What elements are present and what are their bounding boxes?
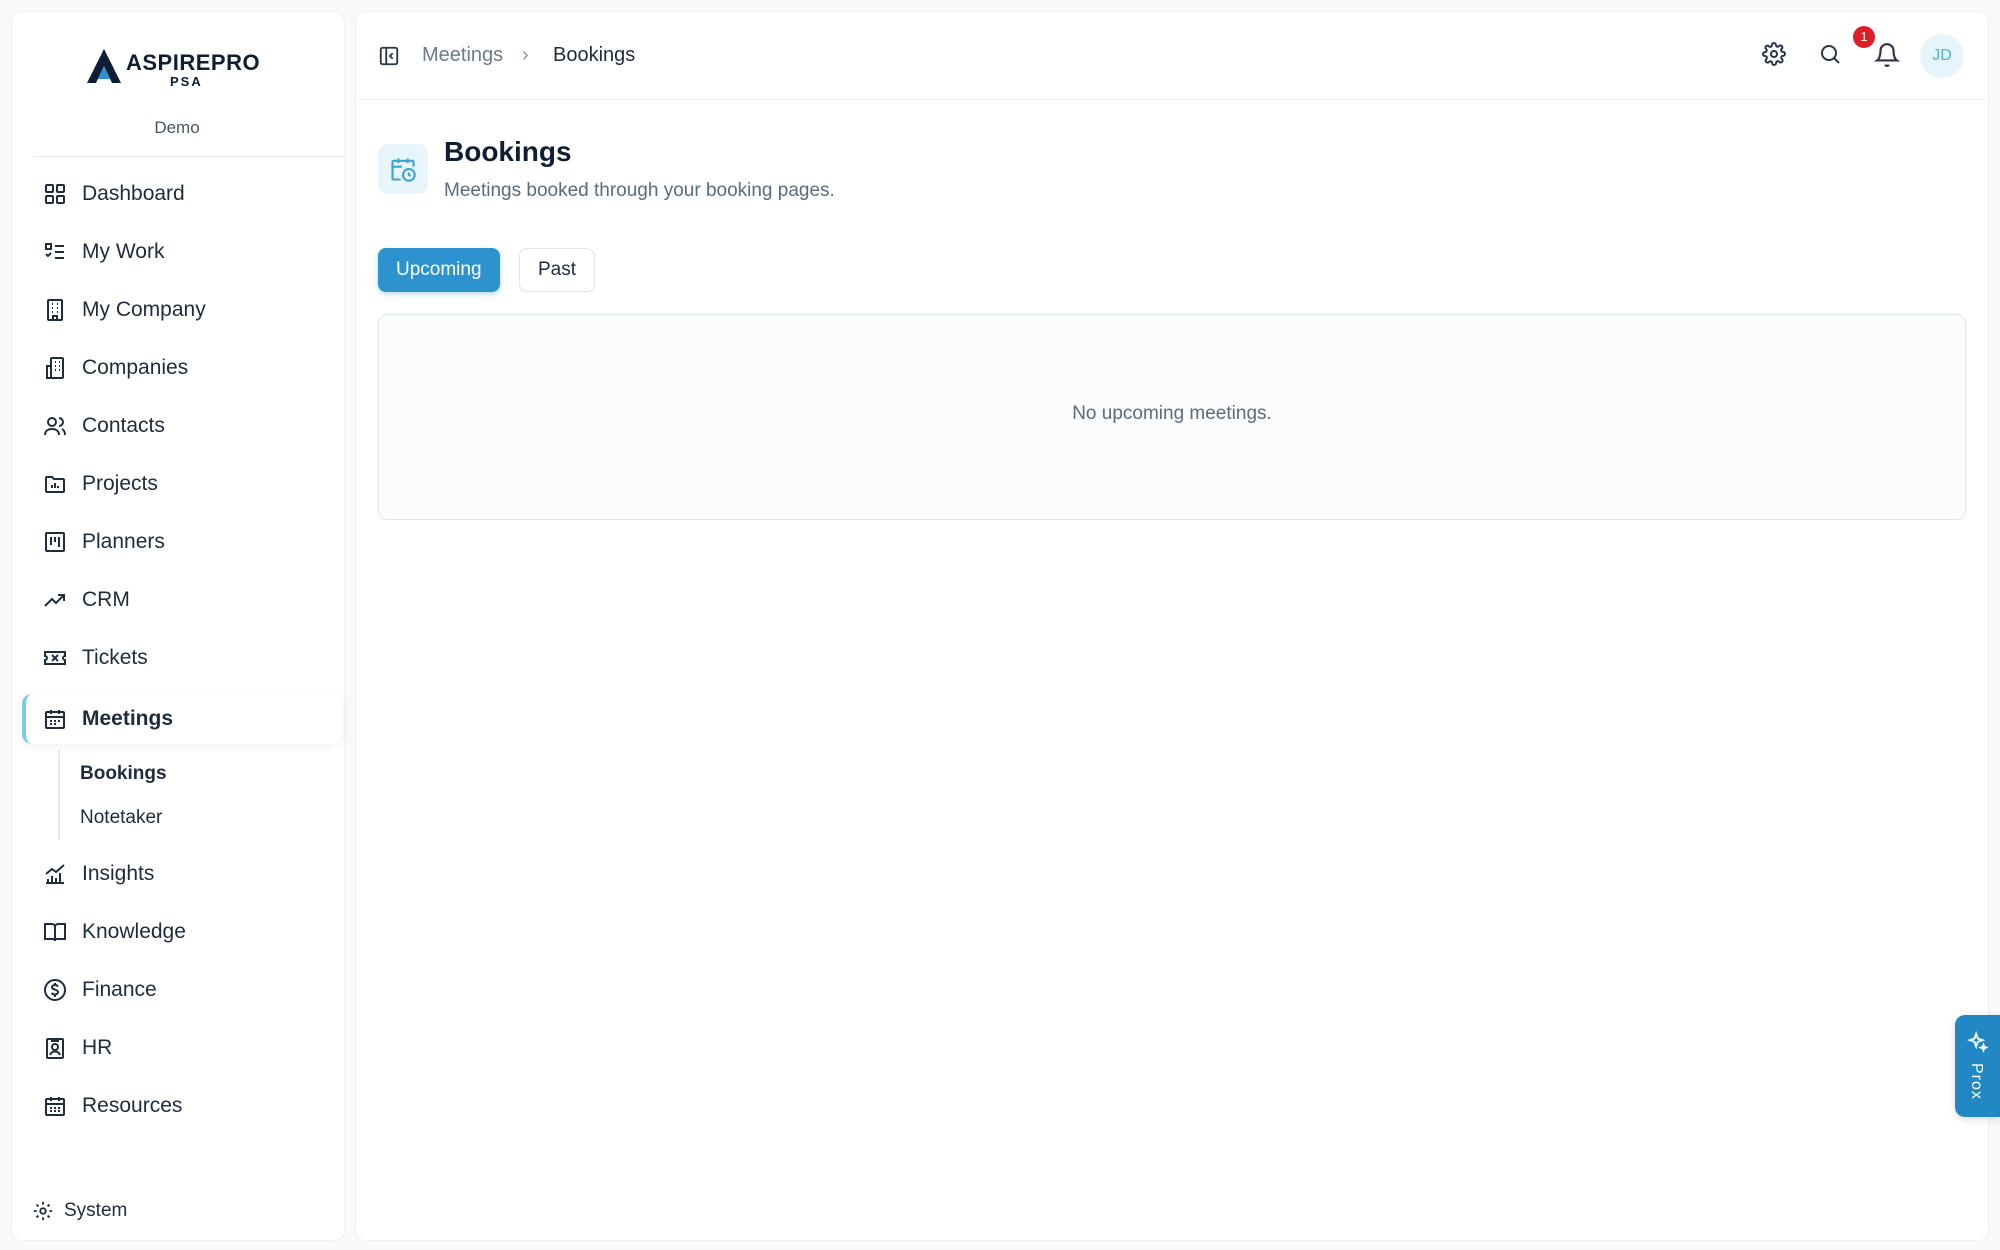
sidebar-item-my-work[interactable]: My Work xyxy=(22,227,344,277)
dollar-circle-icon xyxy=(42,977,68,1003)
system-label: System xyxy=(64,1200,128,1221)
folder-chart-icon xyxy=(42,471,68,497)
sidebar-item-hr[interactable]: HR xyxy=(22,1023,344,1073)
tab-past[interactable]: Past xyxy=(519,248,596,292)
bar-chart-icon xyxy=(42,861,68,887)
logo-mark-icon xyxy=(87,49,121,83)
sidebar-item-label: Meetings xyxy=(82,707,174,730)
calendar-clock-icon xyxy=(378,144,428,194)
sidebar-item-my-company[interactable]: My Company xyxy=(22,285,344,335)
brand-logo[interactable]: ASPIREPRO PSA xyxy=(72,36,272,96)
breadcrumb-separator-icon: › xyxy=(522,44,529,66)
notification-badge: 1 xyxy=(1853,26,1875,48)
sidebar-item-tickets[interactable]: Tickets xyxy=(22,633,344,683)
sidebar-item-label: CRM xyxy=(82,588,130,611)
sidebar-item-label: Companies xyxy=(82,356,189,379)
subnav-line xyxy=(58,750,60,840)
sidebar-item-label: Contacts xyxy=(82,414,165,437)
sidebar-item-label: My Work xyxy=(82,240,165,263)
sidebar-item-label: HR xyxy=(82,1036,113,1059)
breadcrumb-parent[interactable]: Meetings xyxy=(422,44,503,67)
sidebar-item-companies[interactable]: Companies xyxy=(22,343,344,393)
sidebar-item-finance[interactable]: Finance xyxy=(22,965,344,1015)
tenant-name: Demo xyxy=(154,118,200,137)
sidebar-item-knowledge[interactable]: Knowledge xyxy=(22,907,344,957)
subnav-item-notetaker[interactable]: Notetaker xyxy=(80,807,162,829)
gear-icon xyxy=(32,1200,54,1222)
sidebar-item-crm[interactable]: CRM xyxy=(22,575,344,625)
sidebar-item-projects[interactable]: Projects xyxy=(22,459,344,509)
sidebar-item-label: Dashboard xyxy=(82,182,185,205)
calendar-grid-icon xyxy=(42,1093,68,1119)
sidebar-item-label: Planners xyxy=(82,530,165,553)
sidebar-item-label: Knowledge xyxy=(82,920,186,943)
sidebar-item-dashboard[interactable]: Dashboard xyxy=(22,169,344,219)
buildings-icon xyxy=(42,355,68,381)
empty-state-message: No upcoming meetings. xyxy=(1072,403,1272,424)
id-badge-icon xyxy=(42,1035,68,1061)
sidebar-item-label: Projects xyxy=(82,472,158,495)
sidebar-divider xyxy=(34,156,344,157)
checklist-icon xyxy=(42,239,68,265)
bell-icon[interactable] xyxy=(1874,42,1900,68)
breadcrumb-current: Bookings xyxy=(553,44,636,66)
topbar: Meetings › Bookings 1 JD xyxy=(356,12,1988,100)
brand-name: ASPIREPRO xyxy=(126,50,261,75)
bookings-list-panel: No upcoming meetings. xyxy=(378,314,1966,520)
sidebar: ASPIREPRO PSA Demo Dashboard My Work My … xyxy=(12,12,344,1240)
main-content: Meetings › Bookings 1 JD Bookings Meetin… xyxy=(356,12,1988,1240)
sidebar-item-insights[interactable]: Insights xyxy=(22,849,344,899)
prox-assistant-button[interactable]: Prox xyxy=(1955,1015,2000,1117)
sidebar-item-label: Insights xyxy=(82,862,155,885)
sidebar-item-meetings[interactable]: Meetings xyxy=(22,694,342,744)
book-icon xyxy=(42,919,68,945)
app-root: ASPIREPRO PSA Demo Dashboard My Work My … xyxy=(0,0,2000,1250)
sparkles-icon xyxy=(1966,1030,1989,1058)
sidebar-item-system[interactable]: System xyxy=(32,1200,127,1222)
kanban-icon xyxy=(42,529,68,555)
subnav-item-bookings[interactable]: Bookings xyxy=(80,763,167,785)
page-subtitle: Meetings booked through your booking pag… xyxy=(444,180,835,201)
building-icon xyxy=(42,297,68,323)
calendar-icon xyxy=(42,706,68,732)
trending-up-icon xyxy=(42,587,68,613)
search-icon[interactable] xyxy=(1818,42,1842,66)
sidebar-item-label: Resources xyxy=(82,1094,183,1117)
sidebar-item-contacts[interactable]: Contacts xyxy=(22,401,344,451)
ticket-icon xyxy=(42,645,68,671)
sidebar-item-resources[interactable]: Resources xyxy=(22,1081,344,1131)
users-icon xyxy=(42,413,68,439)
brand-subname: PSA xyxy=(170,74,203,89)
tab-upcoming[interactable]: Upcoming xyxy=(378,248,500,292)
grid-icon xyxy=(42,181,68,207)
sidebar-item-label: Finance xyxy=(82,978,157,1001)
page-title: Bookings xyxy=(444,136,572,167)
sidebar-item-planners[interactable]: Planners xyxy=(22,517,344,567)
sidebar-item-label: Tickets xyxy=(82,646,148,669)
sidebar-item-label: My Company xyxy=(82,298,206,321)
sidebar-toggle-icon[interactable] xyxy=(378,45,400,72)
settings-icon[interactable] xyxy=(1762,42,1786,66)
avatar[interactable]: JD xyxy=(1920,34,1964,78)
prox-label: Prox xyxy=(1968,1063,1985,1100)
